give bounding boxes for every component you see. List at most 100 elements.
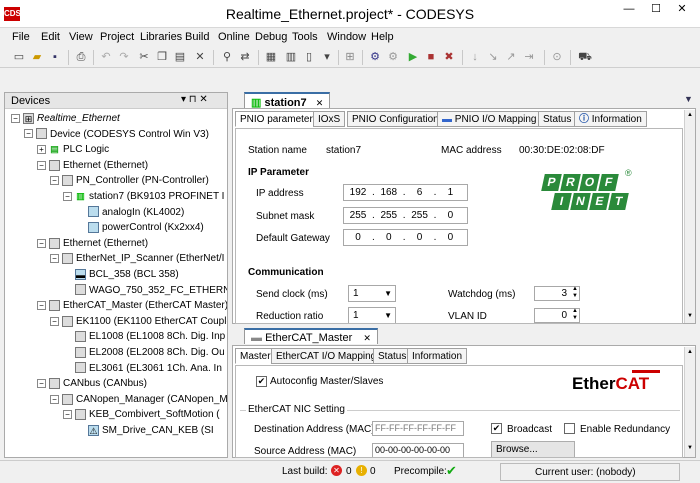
paste-icon[interactable]: ▤ (173, 50, 187, 64)
scroll-up-icon[interactable]: ▲ (687, 112, 693, 118)
collapse-icon[interactable]: − (11, 113, 20, 123)
collapse-icon[interactable]: − (50, 316, 59, 326)
editor2-scrollbar[interactable]: ▲ ▼ (684, 347, 695, 457)
tab-master[interactable]: Master (235, 348, 276, 364)
collapse-icon[interactable]: − (50, 176, 59, 186)
tree-item[interactable]: − ⊞ Realtime_Ethernet (5, 111, 227, 126)
add-object-icon[interactable]: ▯ (302, 50, 316, 64)
collapse-icon[interactable]: − (37, 301, 46, 311)
station7-tab[interactable]: ▥ station7 ✕ (244, 92, 331, 109)
tab-status[interactable]: Status (373, 348, 412, 364)
project-icon[interactable]: ▦ (264, 50, 278, 64)
undo-icon[interactable]: ↶ (99, 50, 113, 64)
run-to-cursor-icon[interactable]: ⇥ (522, 50, 536, 64)
menu-view[interactable]: View (69, 31, 93, 43)
tree-item[interactable]: ▬ BCL_358 (BCL 358) (5, 267, 227, 282)
step-into-icon[interactable]: ↘ (486, 50, 500, 64)
tree-item[interactable]: − EtherCAT_Master (EtherCAT Master) (5, 298, 227, 313)
tree-item[interactable]: − CANopen_Manager (CANopen_M (5, 392, 227, 407)
step-out-icon[interactable]: ↗ (504, 50, 518, 64)
tab-ioxs[interactable]: IOxS (313, 111, 346, 127)
tree-item[interactable]: − Device (CODESYS Control Win V3) (5, 127, 227, 142)
collapse-icon[interactable]: − (37, 379, 46, 389)
find-icon[interactable]: ⚲ (220, 50, 234, 64)
save-icon[interactable]: ▪ (48, 50, 62, 64)
tree-item[interactable]: ⚠ SM_Drive_CAN_KEB (SI (5, 423, 227, 438)
expand-icon[interactable]: + (37, 145, 46, 155)
collapse-icon[interactable]: − (37, 160, 46, 170)
close-tab-icon[interactable]: ✕ (316, 98, 324, 108)
new-file-icon[interactable]: ▭ (12, 50, 26, 64)
menu-window[interactable]: Window (327, 31, 366, 43)
menu-tools[interactable]: Tools (292, 31, 318, 43)
tab-pnio-configuration[interactable]: PNIO Configuration (347, 111, 444, 127)
station-name-value[interactable]: station7 (326, 145, 361, 156)
step-over-icon[interactable]: ↓ (468, 50, 482, 64)
reduction-ratio-select[interactable]: 1 ▼ (348, 307, 396, 323)
scroll-up-icon[interactable]: ▲ (687, 349, 693, 355)
collapse-icon[interactable]: − (63, 191, 72, 201)
autoconfig-checkbox[interactable]: ✔ (256, 376, 267, 387)
error-count[interactable]: 0 (346, 466, 352, 477)
tab-information[interactable]: ⓘ Information (574, 111, 647, 127)
tab-pnio-parameters[interactable]: PNIO parameters (235, 111, 323, 127)
tab-status[interactable]: Status (538, 111, 577, 127)
vlan-id-stepper[interactable]: 0 ▲ ▼ (534, 308, 580, 323)
login-icon[interactable]: ⚙ (368, 50, 382, 64)
breakpoint-icon[interactable]: ⊙ (550, 50, 564, 64)
delete-icon[interactable]: ✕ (193, 50, 207, 64)
tab-overflow-icon[interactable]: ▼ (684, 94, 693, 104)
ethercat-master-tab[interactable]: ▬ EtherCAT_Master ✕ (244, 328, 378, 344)
maximize-button[interactable]: ☐ (649, 4, 663, 16)
tab-pnio-io-mapping[interactable]: ▬ PNIO I/O Mapping (437, 111, 542, 127)
subnet-mask-input[interactable]: 255. 255. 255. 0 (343, 207, 468, 224)
menu-project[interactable]: Project (100, 31, 134, 43)
tree-item[interactable]: EL2008 (EL2008 8Ch. Dig. Ou (5, 345, 227, 360)
collapse-icon[interactable]: − (63, 410, 72, 420)
menu-libraries[interactable]: Libraries (140, 31, 182, 43)
open-folder-icon[interactable]: ▰ (30, 50, 44, 64)
tree-item[interactable]: − Ethernet (Ethernet) (5, 158, 227, 173)
dropdown-icon[interactable]: ▾ (320, 50, 334, 64)
tab-ethercat-io-mapping[interactable]: EtherCAT I/O Mapping (271, 348, 382, 364)
reset-icon[interactable]: ✖ (442, 50, 456, 64)
menu-help[interactable]: Help (371, 31, 394, 43)
menu-edit[interactable]: Edit (41, 31, 60, 43)
minimize-button[interactable]: — (622, 4, 636, 16)
cart-icon[interactable]: ⛟ (578, 50, 592, 64)
tab-information[interactable]: Information (407, 348, 468, 364)
tree-item[interactable]: WAGO_750_352_FC_ETHERN (5, 283, 227, 298)
destination-address-input[interactable]: FF-FF-FF-FF-FF-FF (372, 421, 464, 436)
tree-item[interactable]: − PN_Controller (PN-Controller) (5, 173, 227, 188)
warning-count[interactable]: 0 (370, 466, 376, 477)
device-tree-icon[interactable]: ▥ (284, 50, 298, 64)
spin-arrows-icon[interactable]: ▲ ▼ (572, 308, 578, 322)
menu-debug[interactable]: Debug (255, 31, 287, 43)
tree-item[interactable]: − EK1100 (EK1100 EtherCAT Couple (5, 314, 227, 329)
build-icon[interactable]: ⊞ (343, 50, 357, 64)
menu-online[interactable]: Online (218, 31, 250, 43)
collapse-icon[interactable]: − (37, 238, 46, 248)
replace-icon[interactable]: ⇄ (238, 50, 252, 64)
tree-item[interactable]: analogIn (KL4002) (5, 205, 227, 220)
tree-item[interactable]: EL1008 (EL1008 8Ch. Dig. Inp (5, 329, 227, 344)
browse-button[interactable]: Browse... (491, 441, 575, 457)
cut-icon[interactable]: ✂ (137, 50, 151, 64)
tree-item[interactable]: − ▥ station7 (BK9103 PROFINET I (5, 189, 227, 204)
collapse-icon[interactable]: − (50, 254, 59, 264)
collapse-icon[interactable]: − (50, 394, 59, 404)
tree-item[interactable]: − CANbus (CANbus) (5, 376, 227, 391)
ip-address-input[interactable]: 192. 168. 6. 1 (343, 184, 468, 201)
close-button[interactable]: ✕ (675, 4, 689, 16)
copy-icon[interactable]: ❐ (155, 50, 169, 64)
redo-icon[interactable]: ↷ (117, 50, 131, 64)
menu-file[interactable]: File (12, 31, 30, 43)
tree-item[interactable]: EL3061 (EL3061 1Ch. Ana. In (5, 361, 227, 376)
logout-icon[interactable]: ⚙ (386, 50, 400, 64)
tree-item[interactable]: − Ethernet (Ethernet) (5, 236, 227, 251)
tree-item[interactable]: − KEB_Combivert_SoftMotion ( (5, 407, 227, 422)
broadcast-checkbox[interactable]: ✔ (491, 423, 502, 434)
panel-pin-controls[interactable]: ▾ ⊓ ✕ (181, 94, 208, 105)
tree-item[interactable]: + ▤ PLC Logic (5, 142, 227, 157)
default-gateway-input[interactable]: 0.0.0.0 (343, 229, 468, 246)
